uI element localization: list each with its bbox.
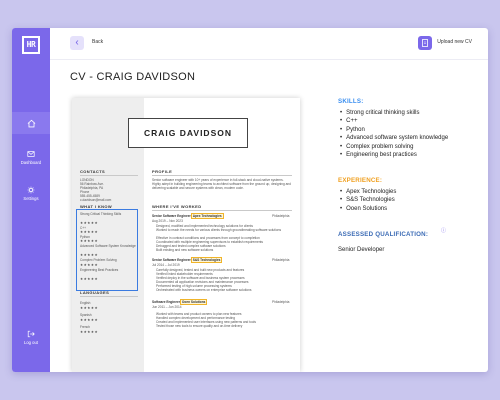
upload-cv-button[interactable] [418, 36, 432, 50]
skills-heading: SKILLS: [338, 98, 364, 105]
page-title: CV - CRAIG DAVIDSON [70, 71, 196, 83]
resume-languages-heading: LANGUAGES [80, 290, 110, 295]
divider [152, 210, 292, 212]
settings-icon [27, 186, 35, 194]
skill-item: Engineering best practices [340, 151, 448, 159]
job-title: Senior Software Engineer S&S Technologie… [152, 257, 223, 263]
resume-language: Spanish [80, 313, 92, 317]
job-company-highlight: Ooen Solutions [179, 299, 208, 305]
skill-item: Strong critical thinking skills [340, 109, 448, 117]
resume-skill: Advanced Software System Knowledge [80, 244, 136, 248]
sidebar-item-label: Settings [23, 196, 39, 201]
resume-preview: CRAIG DAVIDSON CONTACTS LONDON 56 Rainbo… [72, 98, 300, 372]
job-title-text: Software Engineer [152, 300, 180, 304]
upload-icon [422, 39, 428, 47]
skill-rating: ★★★★★ [80, 263, 99, 267]
back-arrow-icon: ‹ [75, 37, 79, 48]
upload-cv-label[interactable]: Upload new CV [437, 39, 472, 45]
job-title: Software Engineer Ooen Solutions [152, 299, 208, 305]
sidebar-item-label: Dashboard [20, 160, 42, 165]
resume-work-heading: WHERE I'VE WORKED [152, 204, 202, 209]
divider [80, 175, 138, 177]
experience-heading: EXPERIENCE: [338, 177, 383, 184]
sidebar-item-dashboard[interactable]: Dashboard [12, 150, 50, 166]
job-title: Senior Software Engineer Apex Technologi… [152, 213, 224, 219]
skill-rating: ★★★★★ [80, 239, 99, 243]
resume-contacts-heading: CONTACTS [80, 169, 106, 174]
back-button[interactable]: ‹ [70, 36, 84, 50]
resume-profile-text: Senior software engineer with 10+ years … [152, 178, 291, 191]
home-icon [27, 119, 35, 127]
skill-item: Complex problem solving [340, 143, 448, 151]
job-location: Philadelphia [272, 258, 290, 262]
resume-language: English [80, 301, 91, 305]
sidebar-item-label: Log out [24, 340, 38, 345]
sidebar-item-settings[interactable]: Settings [12, 186, 50, 202]
sidebar: HR Dashboard Settings Log out [12, 28, 50, 372]
experience-item: Ooen Solutions [340, 205, 396, 213]
resume-language: French [80, 325, 90, 329]
divider [152, 175, 292, 177]
skill-rating: ★★★★★ [80, 277, 99, 281]
job-company-highlight: S&S Technologies [190, 257, 223, 263]
qualification-heading: ASSESSED QUALIFICATION: [338, 231, 429, 238]
experience-item: S&S Technologies [340, 196, 396, 204]
job-dates: Aug 2019 – Nov 2023 [152, 219, 183, 223]
experience-item: Apex Technologies [340, 188, 396, 196]
top-bar: ‹ Back Upload new CV [50, 28, 488, 60]
job-bullet: Built existing and new software solution… [156, 248, 214, 252]
sidebar-item-logout[interactable]: Log out [12, 330, 50, 346]
resume-skill: Strong Critical Thinking Skills [80, 212, 122, 216]
skill-item: Advanced software system knowledge [340, 134, 448, 142]
job-company-highlight: Apex Technologies [190, 213, 224, 219]
skill-item: Python [340, 126, 448, 134]
back-label[interactable]: Back [92, 39, 103, 45]
job-bullet: Worked to reach the needs for various cl… [156, 228, 282, 232]
skill-rating: ★★★★★ [80, 230, 99, 234]
resume-skill: Complex Problem Solving [80, 258, 117, 262]
job-location: Philadelphia [272, 214, 290, 218]
qualification-value: Senior Developer [338, 247, 385, 253]
dashboard-icon [27, 151, 35, 157]
sidebar-item-home[interactable] [12, 112, 50, 134]
language-rating: ★★★★★ [80, 318, 99, 322]
skill-rating: ★★★★★ [80, 221, 99, 225]
contact-line: c.davidson@mail.com [80, 198, 112, 202]
experience-list: Apex Technologies S&S Technologies Ooen … [340, 188, 396, 213]
info-icon[interactable]: ⓘ [441, 227, 446, 234]
logout-icon [27, 330, 35, 338]
job-dates: Jul 2014 – Jul 2019 [152, 263, 180, 267]
language-rating: ★★★★★ [80, 306, 99, 310]
skill-item: C++ [340, 117, 448, 125]
resume-skill: Engineering Best Practices [80, 268, 119, 272]
app-logo[interactable]: HR [22, 36, 40, 54]
job-title-text: Senior Software Engineer [152, 214, 191, 218]
language-rating: ★★★★★ [80, 330, 99, 334]
job-bullet: Orchestrated with business owners on ent… [156, 288, 252, 292]
resume-profile-heading: PROFILE [152, 169, 173, 174]
divider [80, 296, 138, 298]
job-bullet: Tested those new tools to ensure quality… [156, 324, 243, 328]
resume-name: CRAIG DAVIDSON [128, 118, 248, 148]
job-dates: Jun 2011 – Jun 2014 [152, 305, 182, 309]
job-location: Philadelphia [272, 300, 290, 304]
job-title-text: Senior Software Engineer [152, 258, 191, 262]
skills-list: Strong critical thinking skills C++ Pyth… [340, 109, 448, 159]
skill-rating: ★★★★★ [80, 253, 99, 257]
app-window: HR Dashboard Settings Log out ‹ Back Upl… [12, 28, 488, 372]
